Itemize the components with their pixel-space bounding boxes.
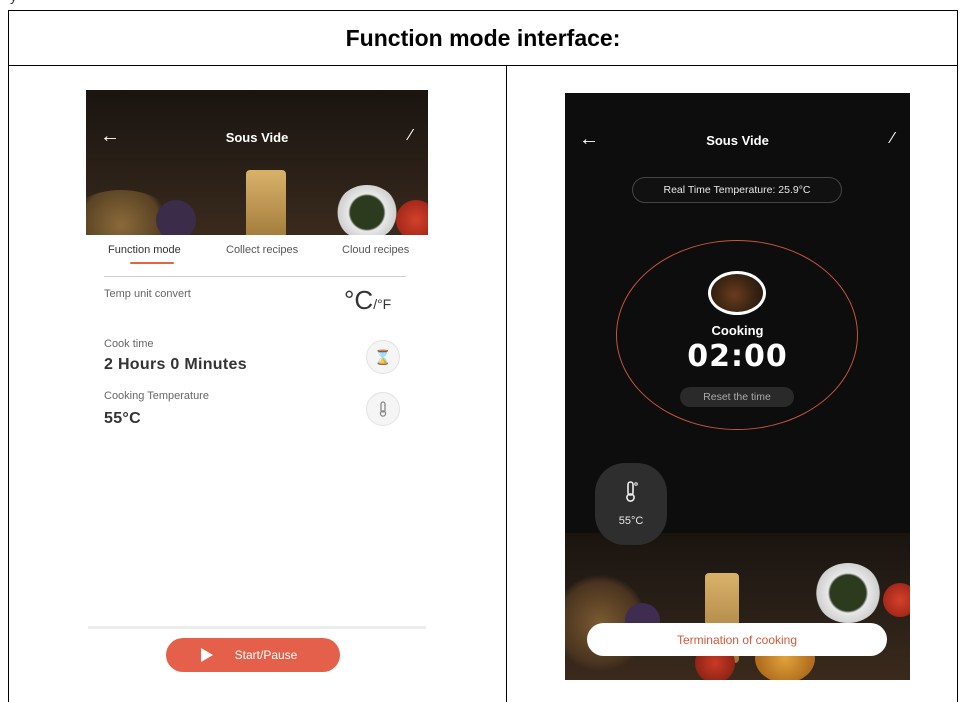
active-tab-indicator: [130, 262, 174, 264]
header-food-banner: ← Sous Vide ⁄: [86, 90, 428, 235]
header-title: Sous Vide: [706, 133, 769, 148]
tab-cloud-recipes[interactable]: Cloud recipes: [342, 244, 409, 256]
cooking-timer: 02:00: [687, 339, 788, 374]
temp-unit-label: Temp unit convert: [104, 288, 191, 300]
start-pause-label: Start/Pause: [234, 648, 298, 662]
reset-time-button[interactable]: Reset the time: [680, 387, 794, 407]
tabs-divider: [104, 276, 406, 277]
recipe-tabs: Function mode Collect recipes Cloud reci…: [86, 240, 428, 270]
table-column-divider: [506, 66, 507, 702]
tab-function-mode[interactable]: Function mode: [108, 244, 181, 256]
document-title: Function mode interface:: [9, 11, 957, 66]
target-temperature-card[interactable]: 55°C: [595, 463, 667, 545]
play-icon: [200, 648, 213, 662]
cooking-temp-value[interactable]: 55°C: [104, 410, 141, 428]
edit-pencil-icon[interactable]: ⁄: [891, 131, 894, 147]
recipe-image: [708, 271, 766, 315]
real-time-temperature: Real Time Temperature: 25.9°C: [632, 177, 842, 203]
footer-food-banner: [565, 533, 910, 680]
temp-unit-toggle[interactable]: °C/°F: [344, 285, 391, 316]
thermometer-icon: [626, 481, 638, 502]
hourglass-icon[interactable]: ⌛: [366, 340, 400, 374]
function-mode-screen: ← Sous Vide ⁄ Function mode Collect reci…: [86, 90, 428, 702]
cooking-status: Cooking: [711, 323, 764, 338]
edit-pencil-icon[interactable]: ⁄: [409, 128, 412, 144]
page-top-text: y: [10, 0, 17, 4]
thermometer-icon[interactable]: [366, 392, 400, 426]
cooking-temp-label: Cooking Temperature: [104, 390, 209, 402]
tab-collect-recipes[interactable]: Collect recipes: [226, 244, 298, 256]
celsius-unit: °C: [344, 285, 374, 315]
header-title: Sous Vide: [225, 130, 289, 145]
cooking-screen: ← Sous Vide ⁄ Real Time Temperature: 25.…: [565, 93, 910, 680]
target-temperature-value: 55°C: [618, 515, 644, 527]
fahrenheit-unit: /°F: [373, 296, 392, 312]
cook-time-label: Cook time: [104, 338, 154, 350]
cook-time-value[interactable]: 2 Hours 0 Minutes: [104, 356, 247, 374]
start-pause-button[interactable]: Start/Pause: [166, 638, 340, 672]
bottom-divider: [88, 626, 426, 629]
termination-button[interactable]: Termination of cooking: [587, 623, 887, 656]
